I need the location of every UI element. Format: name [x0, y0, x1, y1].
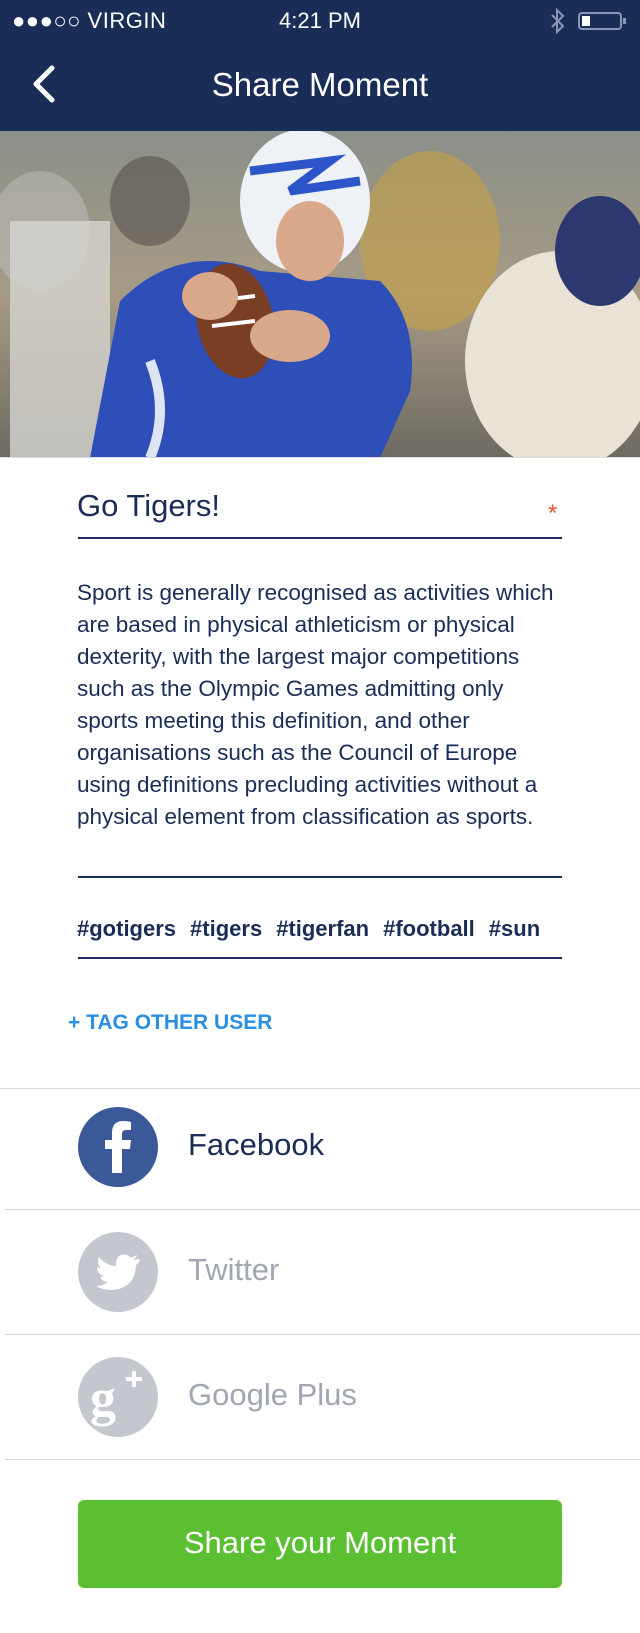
battery-icon: [578, 12, 626, 30]
hashtag: #tigers: [190, 916, 263, 941]
tag-other-user-link[interactable]: + TAG OTHER USER: [68, 1011, 272, 1035]
clock: 4:21 PM: [279, 8, 361, 33]
share-option-facebook[interactable]: Facebook: [0, 1089, 640, 1209]
facebook-icon: [78, 1107, 158, 1187]
hashtag: #football: [383, 916, 475, 941]
title-underline: [78, 537, 562, 539]
required-indicator: *: [548, 500, 558, 527]
share-label-google-plus: Google Plus: [188, 1377, 357, 1412]
status-bar: ●●●○○ VIRGIN 4:21 PM: [0, 6, 640, 36]
bluetooth-icon: [549, 7, 567, 40]
hashtag: #tigerfan: [276, 916, 370, 941]
share-option-google-plus[interactable]: g Google Plus: [0, 1335, 640, 1455]
svg-text:g: g: [90, 1370, 116, 1427]
nav-header: ●●●○○ VIRGIN 4:21 PM Share Moment: [0, 0, 640, 131]
hashtag: #gotigers: [77, 916, 177, 941]
page-title: Share Moment: [211, 66, 429, 103]
share-moment-button[interactable]: Share your Moment: [78, 1500, 562, 1588]
hashtags-input[interactable]: #gotigers #tigers #tigerfan #football #sun: [77, 916, 554, 942]
hashtag: #sun: [488, 916, 541, 941]
share-label-facebook: Facebook: [188, 1127, 325, 1162]
photo-divider: [0, 457, 640, 458]
moment-title-input[interactable]: Go Tigers!: [77, 488, 220, 524]
tags-underline: [78, 957, 562, 959]
moment-description-input[interactable]: Sport is generally recognised as activit…: [77, 577, 562, 833]
google-plus-icon: g: [78, 1357, 158, 1437]
twitter-icon: [78, 1232, 158, 1312]
moment-photo: [0, 131, 640, 458]
share-option-twitter[interactable]: Twitter: [0, 1210, 640, 1330]
row-divider: [5, 1459, 640, 1460]
description-underline: [78, 876, 562, 878]
share-label-twitter: Twitter: [188, 1252, 280, 1287]
